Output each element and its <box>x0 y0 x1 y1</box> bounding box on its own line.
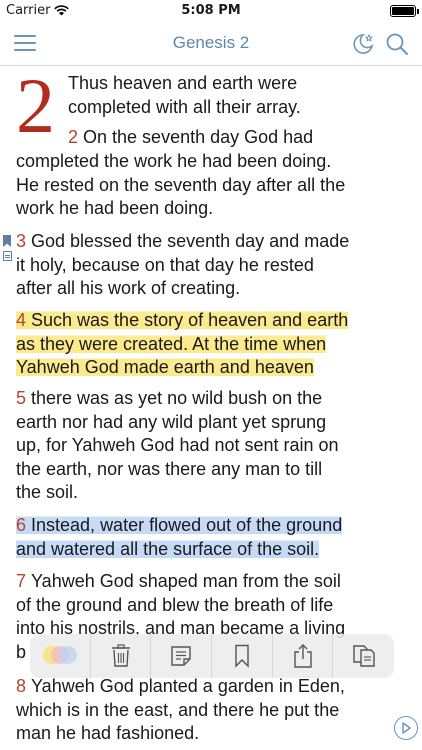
night-mode-icon <box>353 33 374 54</box>
verse-line: Yahweh God shaped man from the soil <box>31 571 341 591</box>
chapter-dropcap: 2 <box>16 67 55 149</box>
add-note-button[interactable] <box>151 634 213 678</box>
clock: 5:08 PM <box>181 3 241 18</box>
verse-line: and watered all the surface of the soil. <box>16 538 320 559</box>
share-icon <box>293 644 312 668</box>
delete-button[interactable] <box>91 634 152 678</box>
search-button[interactable] <box>384 31 410 57</box>
verse-line: On the seventh day God had <box>83 127 314 147</box>
verse-line: man he had fashioned. <box>16 723 200 743</box>
trash-icon <box>111 644 130 667</box>
verse-line: as they were created. At the time when <box>16 333 327 354</box>
verse-line: after all his work of creating. <box>16 278 241 298</box>
verse-line: He rested on the seventh day after all t… <box>16 174 346 195</box>
verse-5[interactable]: 5 there was as yet no wild bush on the ea… <box>16 387 414 505</box>
verse-line: which is in the east, and there he put t… <box>16 699 340 720</box>
navigation-bar: Genesis 2 <box>0 22 422 66</box>
verse-line: completed the work he had been doing. <box>16 151 332 171</box>
verse-line: God blessed the seventh day and made <box>31 231 350 251</box>
verse-number: 7 <box>16 571 27 591</box>
highlight-button[interactable] <box>30 634 91 678</box>
bookmark-button[interactable] <box>212 634 273 678</box>
copy-button[interactable] <box>333 634 394 678</box>
verse-number: 6 <box>16 515 27 535</box>
verse-number: 8 <box>16 676 27 696</box>
verse-6[interactable]: 6 Instead, water flowed out of the ground… <box>16 514 414 561</box>
search-icon <box>386 33 408 55</box>
verse-line: Instead, water flowed out of the ground <box>31 515 343 535</box>
copy-icon <box>352 645 375 667</box>
verse-3[interactable]: 3 God blessed the seventh day and made it… <box>16 230 414 301</box>
verse-line: up, for Yahweh God had not sent rain on <box>16 435 339 455</box>
verse-line: Thus heaven and earth were <box>68 73 298 93</box>
verse-line: Such was the story of heaven and earth <box>31 310 349 330</box>
status-bar: Carrier 5:08 PM <box>0 0 422 22</box>
verse-line: it holy, because on that day he rested <box>16 254 314 275</box>
night-mode-button[interactable] <box>350 31 376 57</box>
verse-number: 2 <box>68 127 79 147</box>
verse-line: the soil. <box>16 482 79 502</box>
verse-number: 4 <box>16 310 27 330</box>
verse-line: there was as yet no wild bush on the <box>31 388 323 408</box>
verse-line: the earth, nor was there any man to till <box>16 458 323 479</box>
bookmark-icon[interactable] <box>3 235 11 247</box>
verse-4[interactable]: 4 Such was the story of heaven and earth … <box>16 309 414 380</box>
verse-line: of the ground and blew the breath of lif… <box>16 594 334 615</box>
note-icon[interactable] <box>3 251 12 261</box>
verse-2-cont[interactable]: completed the work he had been doing. He… <box>16 150 414 221</box>
battery-icon <box>390 5 419 17</box>
selection-toolbar <box>30 634 394 678</box>
bookmark-icon <box>235 644 249 668</box>
verse-2[interactable]: 2 On the seventh day God had <box>68 126 414 150</box>
verse-line: Yahweh God made earth and heaven <box>16 357 314 377</box>
verse-line: Yahweh God planted a garden in Eden, <box>31 676 345 696</box>
verse-number: 5 <box>16 388 27 408</box>
verse-line: completed with all their array. <box>68 96 301 117</box>
play-icon <box>402 722 411 734</box>
verse-line: earth nor had any wild plant yet sprung <box>16 411 327 432</box>
verse-line: work he had been doing. <box>16 198 214 218</box>
verse-1[interactable]: Thus heaven and earth were completed wit… <box>68 72 414 119</box>
verse-8[interactable]: 8 Yahweh God planted a garden in Eden, wh… <box>16 675 414 746</box>
note-icon <box>171 646 191 666</box>
share-button[interactable] <box>273 634 334 678</box>
verse-number: 3 <box>16 231 27 251</box>
audio-play-button[interactable] <box>394 716 418 740</box>
highlight-colors-icon <box>42 645 77 667</box>
